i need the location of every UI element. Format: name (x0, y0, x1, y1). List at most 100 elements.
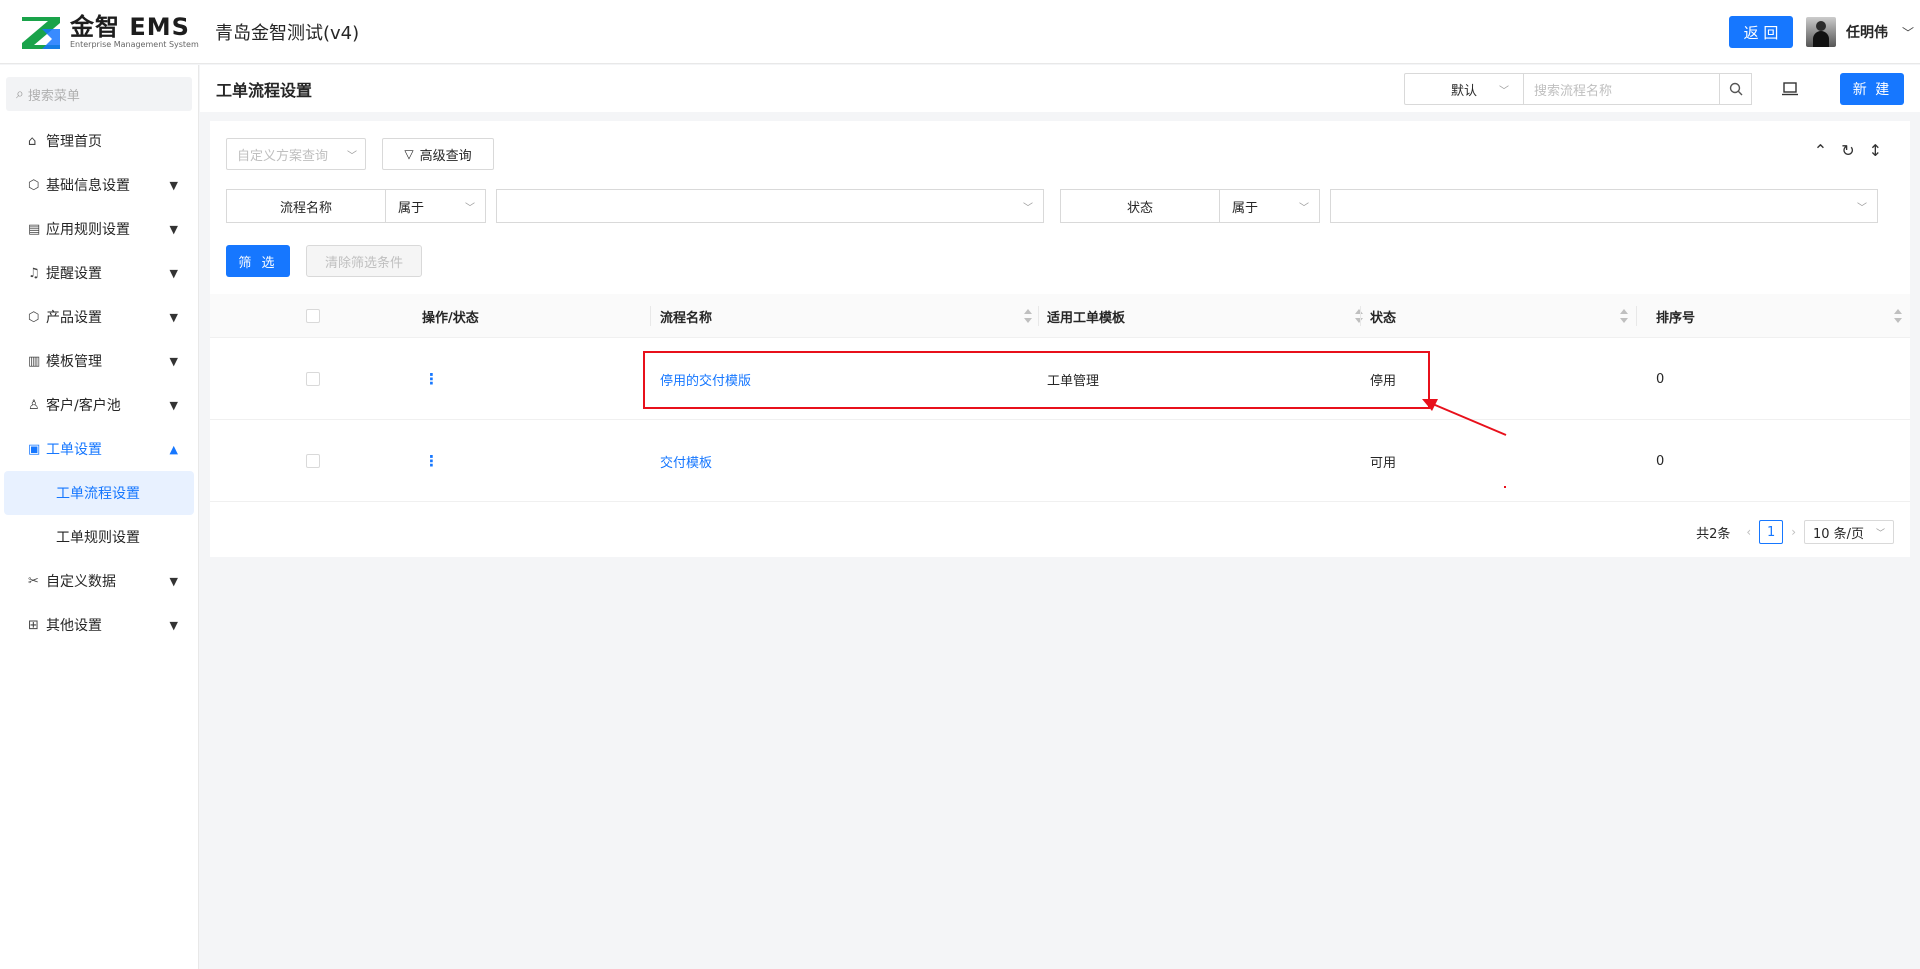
new-button[interactable]: 新 建 (1840, 73, 1904, 105)
more-actions-icon[interactable]: ⋮ (424, 420, 439, 502)
condition-operator-value: 属于 (398, 200, 425, 216)
workflow-name-link[interactable]: 交付模板 (660, 420, 712, 502)
chevron-up-icon: ▲ (169, 442, 178, 456)
apps-icon: ⊞ (28, 617, 39, 633)
sidebar-item-other[interactable]: ⊞ 其他设置 ▼ (0, 603, 198, 647)
chevron-down-icon: ▼ (169, 398, 178, 412)
row-checkbox[interactable] (306, 338, 320, 420)
column-header-name[interactable]: 流程名称 (660, 294, 1038, 338)
collapse-icon[interactable]: ⌃ (1814, 141, 1827, 160)
logo[interactable]: 金智 EMS Enterprise Management System (0, 0, 200, 64)
annotation-arrow-icon (1422, 399, 1507, 436)
view-select-value: 默认 (1450, 83, 1477, 99)
sidebar-item-label: 工单设置 (46, 442, 102, 458)
sort-icon[interactable] (1620, 308, 1628, 324)
monitor-icon[interactable] (1770, 82, 1810, 96)
condition-field[interactable]: 流程名称 (226, 189, 386, 223)
sidebar-item-label: 提醒设置 (46, 266, 102, 282)
search-button[interactable] (1720, 73, 1752, 105)
order-cell: 0 (1656, 371, 1665, 387)
sort-icon[interactable] (1355, 308, 1363, 324)
sort-icon[interactable] (1894, 308, 1902, 324)
refresh-icon[interactable]: ↻ (1841, 141, 1854, 160)
advanced-query-label: 高级查询 (419, 148, 472, 164)
box-icon: ⬡ (28, 309, 40, 325)
chevron-down-icon: ﹀ (1299, 202, 1309, 214)
home-icon: ⌂ (28, 133, 37, 149)
tools-icon: ✂ (28, 573, 39, 589)
chevron-down-icon: ﹀ (1857, 202, 1867, 214)
chevron-down-icon: ▼ (169, 310, 178, 324)
pagination-total: 共2条 (1696, 526, 1731, 542)
select-all-checkbox[interactable] (306, 294, 320, 338)
search-placeholder: 搜索流程名称 (1534, 83, 1613, 99)
condition-value-select[interactable]: ﹀ (1330, 189, 1878, 223)
chevron-down-icon: ▼ (169, 178, 178, 192)
next-page-icon[interactable]: › (1791, 525, 1796, 539)
sidebar-item-app-rules[interactable]: ▤ 应用规则设置 ▼ (0, 207, 198, 251)
sidebar-search-placeholder: 搜索菜单 (27, 88, 80, 104)
sidebar-item-label: 管理首页 (46, 134, 102, 150)
sort-icon[interactable] (1024, 308, 1032, 324)
chevron-down-icon: ﹀ (1875, 528, 1885, 539)
column-header-label: 状态 (1370, 310, 1397, 326)
template-icon: ▥ (28, 353, 41, 369)
condition-field[interactable]: 状态 (1060, 189, 1220, 223)
sidebar: ⌕ 搜索菜单 ⌂ 管理首页 ⬡ 基础信息设置 ▼ ▤ 应用规则设置 ▼ ♫ 提醒… (0, 65, 199, 969)
top-header: 金智 EMS Enterprise Management System 青岛金智… (0, 0, 1920, 64)
sidebar-subitem-rules[interactable]: 工单规则设置 (4, 515, 194, 559)
logo-mark-icon (22, 16, 60, 49)
chevron-down-icon: ▼ (169, 222, 178, 236)
sidebar-subitem-workflow[interactable]: 工单流程设置 (4, 471, 194, 515)
sidebar-item-label: 应用规则设置 (46, 222, 130, 238)
search-icon (1729, 82, 1742, 96)
condition-operator-select[interactable]: 属于 ﹀ (386, 189, 486, 223)
content-panel: 自定义方案查询 ﹀ ▽ 高级查询 ⌃ ↻ ↕ 流程名称 属于 ﹀ ﹀ 状态 属于… (210, 121, 1910, 557)
sidebar-item-reminders[interactable]: ♫ 提醒设置 ▼ (0, 251, 198, 295)
chevron-down-icon: ▼ (169, 618, 178, 632)
back-button[interactable]: 返 回 (1728, 16, 1793, 48)
annotation-dot (1504, 486, 1506, 488)
view-select[interactable]: 默认 ﹀ (1404, 73, 1524, 105)
advanced-query-button[interactable]: ▽ 高级查询 (382, 138, 494, 170)
row-checkbox[interactable] (306, 420, 320, 502)
page-size-select[interactable]: 10 条/页 ﹀ (1804, 520, 1894, 544)
more-actions-icon[interactable]: ⋮ (424, 338, 439, 420)
column-header-status[interactable]: 状态 (1370, 294, 1634, 338)
sidebar-item-products[interactable]: ⬡ 产品设置 ▼ (0, 295, 198, 339)
contacts-icon: ♙ (28, 397, 40, 413)
clear-filter-button[interactable]: 清除筛选条件 (306, 245, 422, 277)
column-header-order[interactable]: 排序号 (1656, 294, 1908, 338)
document-icon: ▤ (28, 221, 41, 237)
table-row[interactable]: ⋮ 交付模板 可用 0 (210, 420, 1910, 502)
status-cell: 可用 (1370, 455, 1397, 471)
avatar[interactable] (1805, 17, 1836, 47)
sidebar-item-home[interactable]: ⌂ 管理首页 (0, 119, 198, 163)
page-number-button[interactable]: 1 (1759, 520, 1784, 544)
column-header-template[interactable]: 适用工单模板 (1047, 294, 1369, 338)
chevron-down-icon[interactable]: ﹀ (1902, 24, 1914, 41)
chevron-down-icon: ﹀ (1499, 85, 1509, 97)
user-name[interactable]: 任明伟 (1846, 22, 1888, 42)
sidebar-item-custom-data[interactable]: ✂ 自定义数据 ▼ (0, 559, 198, 603)
sidebar-item-label: 模板管理 (46, 354, 102, 370)
sidebar-item-templates[interactable]: ▥ 模板管理 ▼ (0, 339, 198, 383)
logo-title: 金智 EMS (70, 12, 190, 41)
table-header: 操作/状态 流程名称 适用工单模板 状态 排序号 (210, 294, 1910, 338)
filter-button[interactable]: 筛 选 (226, 245, 290, 277)
sidebar-search-input[interactable]: ⌕ 搜索菜单 (6, 77, 192, 111)
condition-operator-select[interactable]: 属于 ﹀ (1220, 189, 1320, 223)
sidebar-item-basic-info[interactable]: ⬡ 基础信息设置 ▼ (0, 163, 198, 207)
search-input[interactable]: 搜索流程名称 (1524, 73, 1720, 105)
sidebar-item-workorder[interactable]: ▣ 工单设置 ▲ (0, 427, 198, 471)
prev-page-icon[interactable]: ‹ (1746, 525, 1751, 539)
sidebar-item-label: 自定义数据 (46, 574, 116, 590)
pagination: 共2条 ‹ 1 › 10 条/页 ﹀ (1696, 520, 1894, 544)
scheme-select[interactable]: 自定义方案查询 ﹀ (226, 138, 366, 170)
column-height-icon[interactable]: ↕ (1869, 141, 1882, 160)
condition-value-select[interactable]: ﹀ (496, 189, 1044, 223)
scheme-placeholder: 自定义方案查询 (237, 148, 329, 164)
page-title: 工单流程设置 (216, 80, 313, 100)
sidebar-item-label: 产品设置 (46, 310, 102, 326)
sidebar-item-customers[interactable]: ♙ 客户/客户池 ▼ (0, 383, 198, 427)
